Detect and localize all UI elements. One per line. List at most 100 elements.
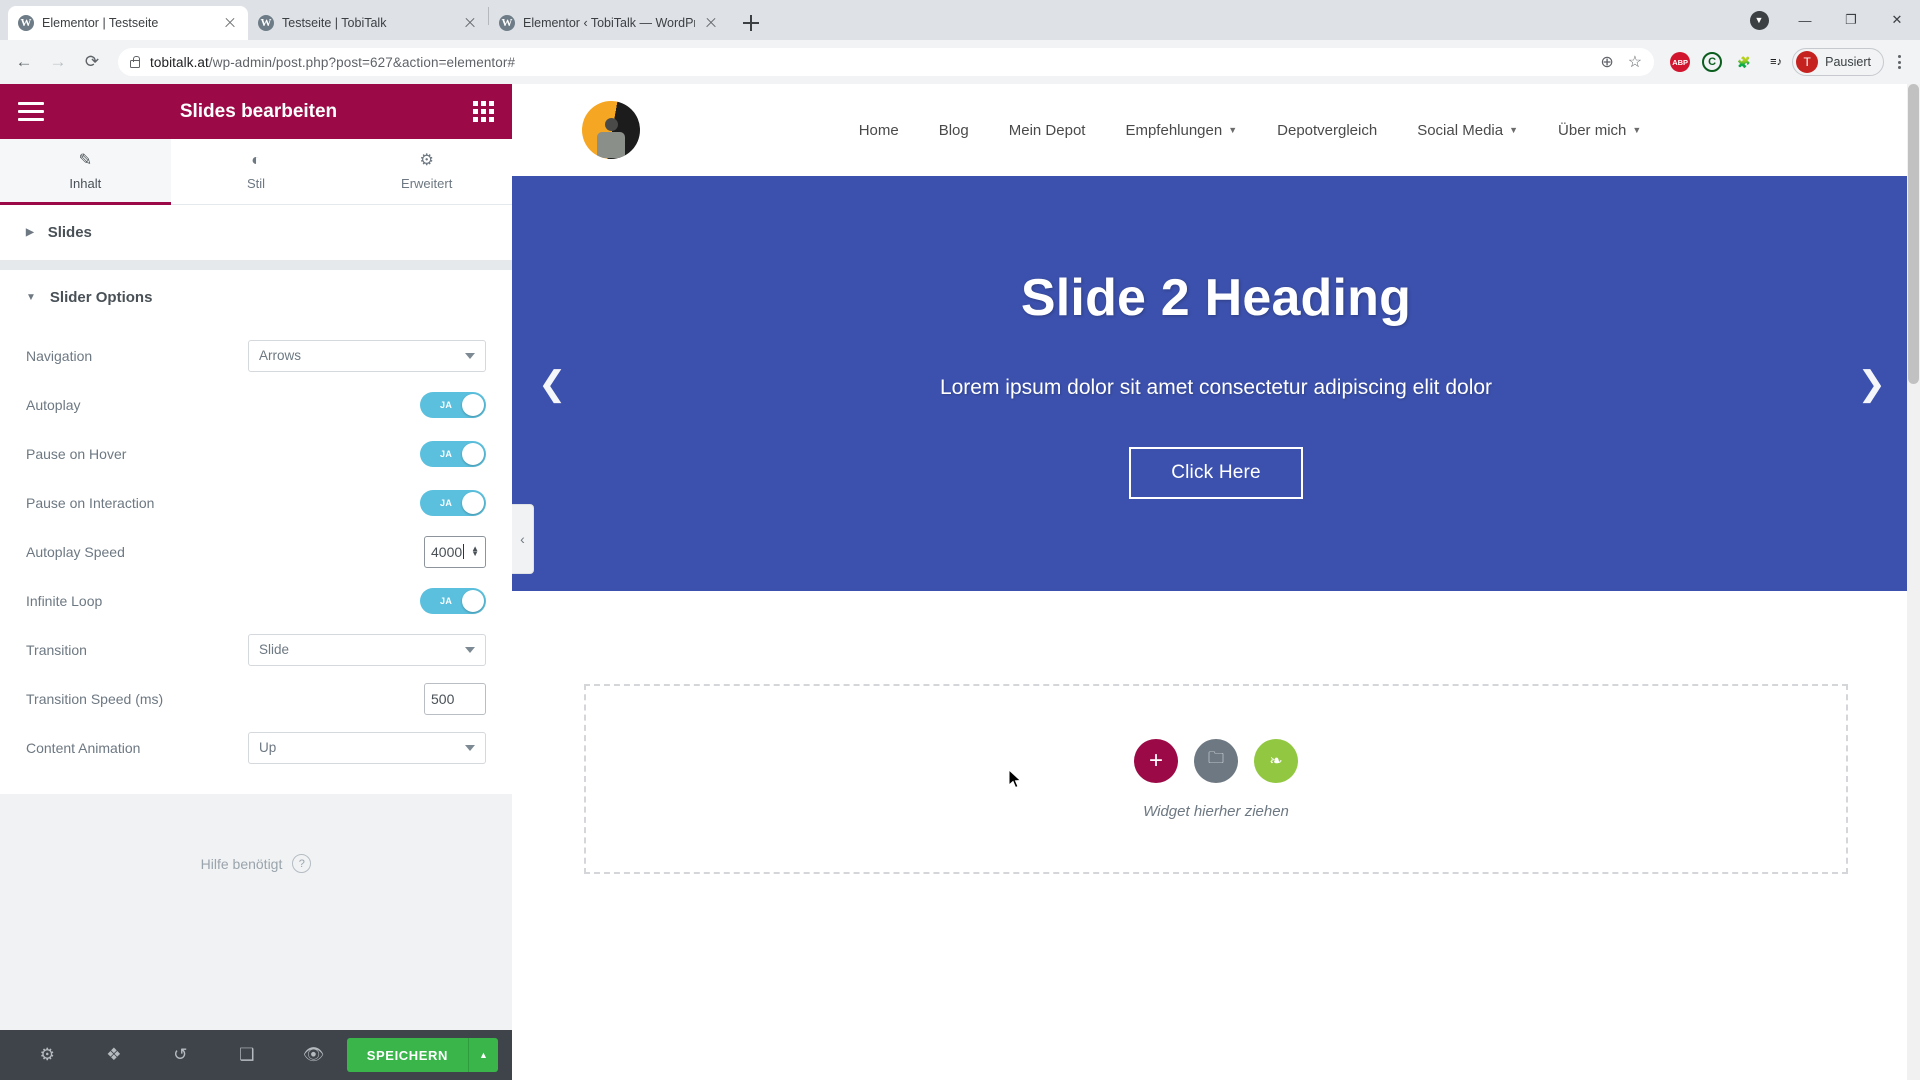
control-label: Autoplay Speed	[26, 543, 125, 560]
nav-item-social-media[interactable]: Social Media ▼	[1417, 122, 1518, 139]
content-animation-select[interactable]: Up	[248, 731, 486, 764]
window-controls: ▼ — ❐ ✕	[1736, 0, 1920, 40]
input-value: 500	[431, 690, 455, 707]
downloads-icon[interactable]: ▼	[1736, 0, 1782, 40]
close-icon[interactable]	[703, 15, 719, 31]
save-button[interactable]: SPEICHERN	[346, 1038, 468, 1072]
puzzle-extensions-icon[interactable]: 🧩	[1734, 52, 1754, 72]
help-area: Hilfe benötigt ?	[0, 794, 512, 1030]
back-icon[interactable]: ←	[8, 46, 40, 78]
navigation-select[interactable]: Arrows	[248, 339, 486, 372]
add-template-button[interactable]: 🗀	[1194, 738, 1238, 783]
chevron-down-icon	[465, 744, 475, 751]
cookie-icon[interactable]: C	[1702, 52, 1723, 72]
site-header: Home Blog Mein Depot Empfehlungen ▼ Depot…	[512, 84, 1920, 176]
preview-scrollbar[interactable]	[1907, 84, 1920, 1080]
section-slides[interactable]: ▶ Slides	[0, 205, 512, 260]
control-label: Pause on Hover	[26, 445, 127, 462]
infinite-loop-toggle[interactable]: JA	[420, 587, 486, 614]
pause-on-hover-toggle[interactable]: JA	[420, 440, 486, 467]
nav-item-home[interactable]: Home	[859, 122, 899, 139]
nav-item-mein-depot[interactable]: Mein Depot	[1009, 122, 1086, 139]
control-pause-on-hover: Pause on Hover JA	[0, 429, 512, 478]
bookmark-star-icon[interactable]: ☆	[1628, 52, 1642, 72]
maximize-icon[interactable]: ❐	[1828, 0, 1874, 40]
layers-navigator-icon[interactable]: ❖	[81, 1045, 148, 1065]
autoplay-speed-input[interactable]: 4000 ▲ ▼	[424, 535, 486, 568]
chevron-down-icon	[465, 646, 475, 653]
nav-label: Über mich	[1558, 121, 1627, 139]
nav-item-depotvergleich[interactable]: Depotvergleich	[1277, 122, 1377, 139]
number-stepper[interactable]: ▲ ▼	[471, 544, 479, 556]
panel-header: Slides bearbeiten	[0, 84, 512, 139]
browser-tab-2[interactable]: W Testseite | TobiTalk	[248, 6, 488, 40]
control-label: Infinite Loop	[26, 592, 103, 609]
browser-tab-3[interactable]: W Elementor ‹ TobiTalk — WordPre	[489, 6, 729, 40]
scrollbar-thumb[interactable]	[1908, 84, 1919, 384]
slider-next-arrow[interactable]: ❯	[1858, 364, 1887, 404]
new-tab-button[interactable]	[737, 9, 765, 37]
responsive-mode-icon[interactable]: ❑	[214, 1045, 281, 1065]
extension-icons: ABP C 🧩 ≡♪	[1664, 52, 1786, 72]
address-bar[interactable]: tobitalk.at/wp-admin/post.php?post=627&a…	[118, 48, 1655, 76]
input-value: 4000	[431, 543, 463, 560]
add-widget-button[interactable]: +	[1134, 738, 1178, 783]
nav-item-empfehlungen[interactable]: Empfehlungen ▼	[1125, 122, 1237, 139]
toggle-label: JA	[440, 399, 453, 410]
close-icon[interactable]: ✕	[1874, 0, 1920, 40]
section-label: Slider Options	[49, 289, 153, 306]
tab-stil[interactable]: ◐ Stil	[171, 139, 342, 204]
profile-button[interactable]: T Pausiert	[1792, 48, 1884, 76]
question-mark-icon[interactable]: ?	[292, 854, 312, 873]
control-infinite-loop: Infinite Loop JA	[0, 576, 512, 625]
nav-label: Empfehlungen	[1125, 121, 1223, 139]
abp-icon[interactable]: ABP	[1670, 52, 1691, 72]
slide-cta-button[interactable]: Click Here	[1129, 447, 1303, 499]
wordpress-favicon-icon: W	[18, 15, 34, 31]
toggle-knob	[462, 393, 484, 416]
section-divider	[0, 260, 512, 270]
tab-inhalt[interactable]: ✎ Inhalt	[0, 139, 171, 205]
reload-icon[interactable]: ⟳	[76, 46, 108, 78]
nav-item-ueber-mich[interactable]: Über mich ▼	[1558, 122, 1641, 139]
autoplay-toggle[interactable]: JA	[420, 391, 486, 418]
section-slider-options[interactable]: ▼ Slider Options	[0, 270, 512, 325]
widget-dropzone[interactable]: + 🗀 ❧ Widget hierher ziehen	[584, 684, 1848, 874]
control-navigation: Navigation Arrows	[0, 331, 512, 380]
avatar-head	[604, 118, 618, 132]
slider-prev-arrow[interactable]: ❮	[538, 364, 567, 404]
transition-speed-input[interactable]: 500	[424, 682, 486, 715]
panel-collapse-handle[interactable]: ‹	[512, 504, 534, 574]
control-label: Transition Speed (ms)	[26, 690, 164, 707]
select-value: Up	[259, 740, 277, 755]
transition-select[interactable]: Slide	[248, 633, 486, 666]
reading-list-icon[interactable]: ≡♪	[1766, 52, 1786, 72]
app-grid-icon[interactable]	[473, 101, 494, 122]
history-icon[interactable]: ↺	[147, 1045, 214, 1065]
editor-stage: Slides bearbeiten ✎ Inhalt ◐ Stil ⚙ Erwe…	[0, 84, 1920, 1080]
forward-icon[interactable]: →	[42, 46, 74, 78]
chevron-up-icon[interactable]: ▲	[468, 1038, 498, 1072]
hamburger-icon[interactable]	[18, 102, 44, 121]
pause-on-interaction-toggle[interactable]: JA	[420, 489, 486, 516]
nav-item-blog[interactable]: Blog	[939, 122, 969, 139]
preview-eye-icon[interactable]: 👁	[280, 1045, 347, 1065]
close-icon[interactable]	[462, 15, 478, 31]
settings-gear-icon[interactable]: ⚙	[14, 1045, 81, 1065]
tab-erweitert[interactable]: ⚙ Erweitert	[341, 139, 512, 204]
zoom-icon[interactable]: ⊕	[1600, 52, 1613, 72]
close-icon[interactable]	[222, 15, 238, 31]
browser-tab-1[interactable]: W Elementor | Testseite	[8, 6, 248, 40]
page-title: Slides bearbeiten	[179, 100, 338, 122]
control-content-animation: Content Animation Up	[0, 723, 512, 772]
help-link[interactable]: Hilfe benötigt ?	[201, 854, 312, 873]
site-navigation: Home Blog Mein Depot Empfehlungen ▼ Depot…	[640, 122, 1920, 139]
control-label: Navigation	[26, 347, 93, 364]
site-logo-avatar[interactable]	[582, 101, 640, 159]
minimize-icon[interactable]: —	[1782, 0, 1828, 40]
slides-widget[interactable]: ❮ Slide 2 Heading Lorem ipsum dolor sit …	[512, 176, 1920, 591]
chrome-menu-icon[interactable]	[1886, 55, 1912, 69]
chevron-down-icon: ▼	[1509, 125, 1519, 135]
add-kit-button[interactable]: ❧	[1254, 738, 1298, 783]
slide-subtext: Lorem ipsum dolor sit amet consectetur a…	[939, 376, 1493, 399]
